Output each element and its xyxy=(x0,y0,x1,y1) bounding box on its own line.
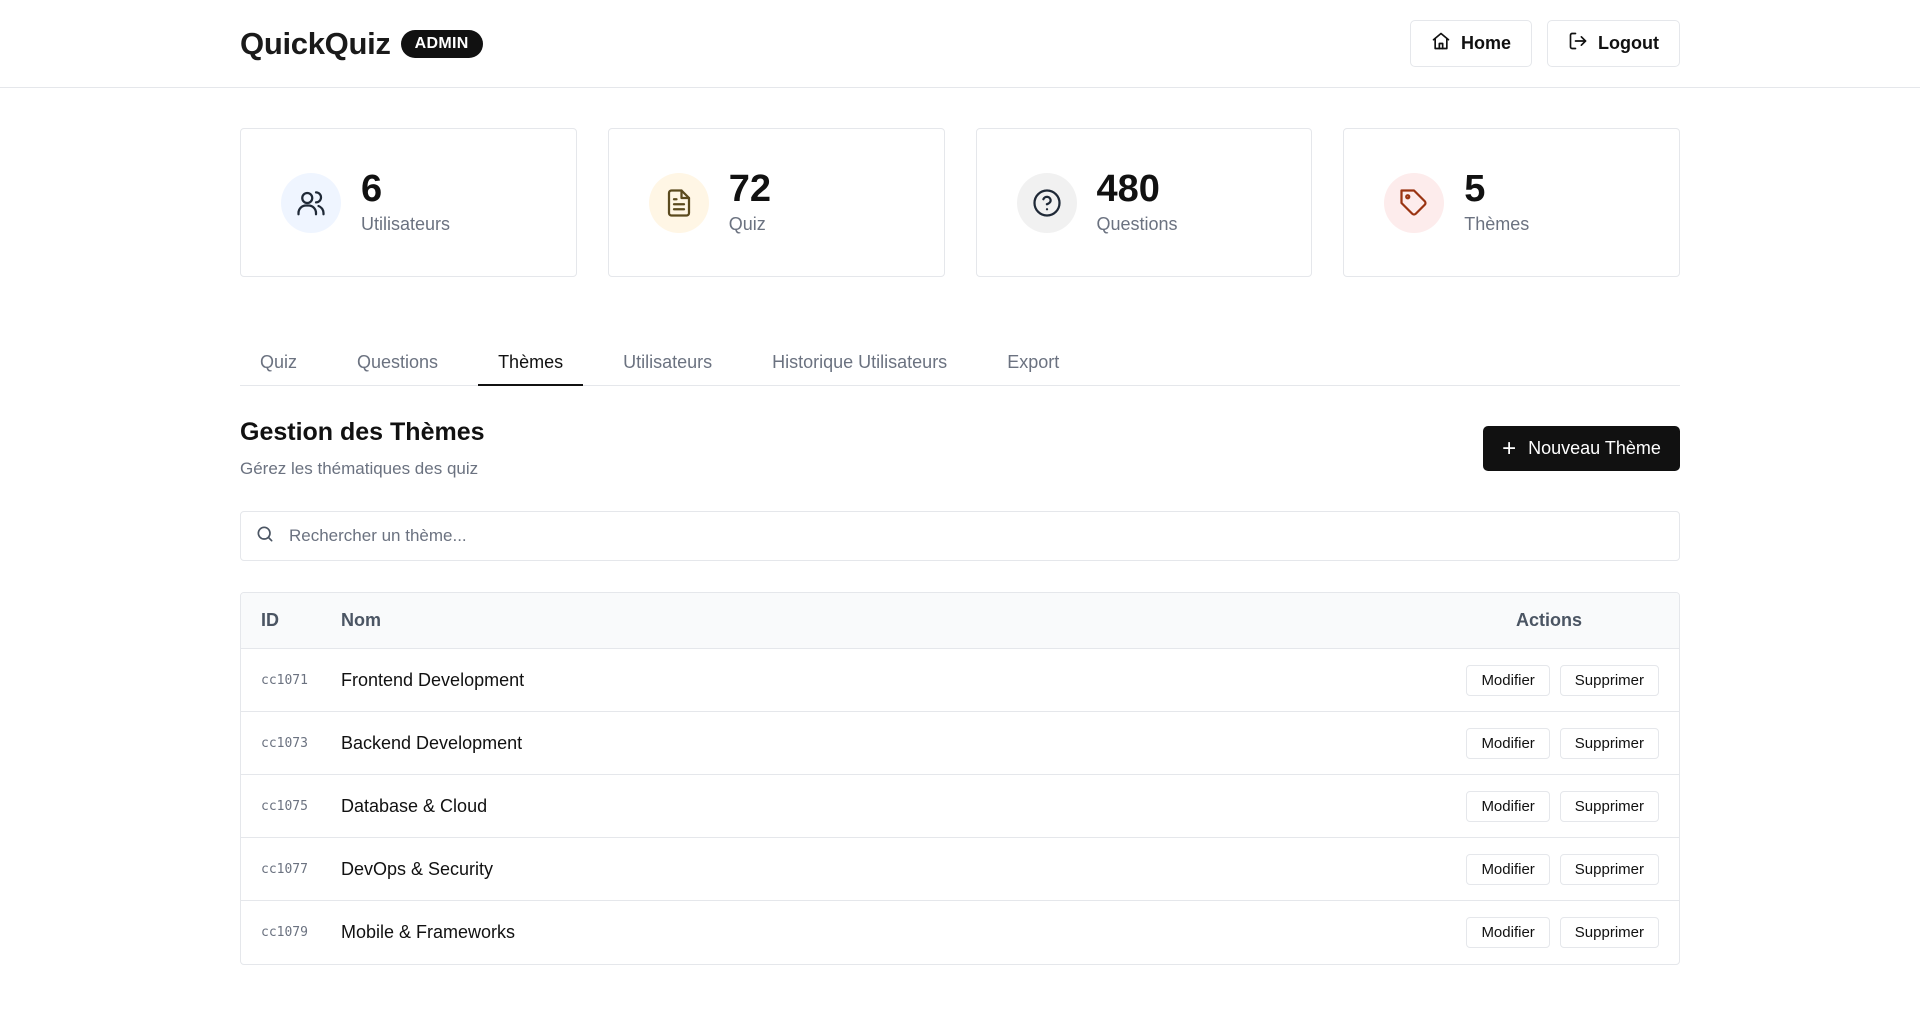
row-id: cc1075 xyxy=(261,798,308,814)
row-actions: Modifier Supprimer xyxy=(1439,853,1679,885)
row-actions: Modifier Supprimer xyxy=(1439,917,1679,948)
stat-card-questions: 480 Questions xyxy=(975,128,1313,277)
row-name: Database & Cloud xyxy=(341,795,488,816)
edit-button[interactable]: Modifier xyxy=(1466,790,1550,822)
new-theme-button[interactable]: + Nouveau Thème xyxy=(1483,426,1680,471)
header-actions: Home Logout xyxy=(1410,20,1680,67)
delete-button[interactable]: Supprimer xyxy=(1559,917,1659,948)
tab-bar: Quiz Questions Thèmes Utilisateurs Histo… xyxy=(240,342,1680,386)
brand-name[interactable]: QuickQuiz xyxy=(240,26,391,62)
row-name: DevOps & Security xyxy=(341,858,494,879)
row-id: cc1077 xyxy=(261,861,308,877)
stat-value: 5 xyxy=(1464,168,1486,211)
logout-icon xyxy=(1568,31,1588,56)
table-header: ID Nom Actions xyxy=(241,593,1679,649)
logout-button[interactable]: Logout xyxy=(1547,20,1680,67)
row-actions: Modifier Supprimer xyxy=(1439,727,1679,759)
stats-row: 6 Utilisateurs 72 Quiz 480 Questions 5 T… xyxy=(240,128,1680,277)
edit-button[interactable]: Modifier xyxy=(1466,664,1550,696)
stat-label: Utilisateurs xyxy=(361,213,451,234)
stat-label: Thèmes xyxy=(1464,213,1530,234)
table-row: cc1079 Mobile & Frameworks Modifier Supp… xyxy=(241,901,1679,964)
stat-card-quiz: 72 Quiz xyxy=(607,128,945,277)
users-icon xyxy=(281,172,341,233)
section-title: Gestion des Thèmes xyxy=(240,418,485,446)
new-theme-label: Nouveau Thème xyxy=(1528,438,1661,458)
question-circle-icon xyxy=(1016,172,1077,233)
search-input[interactable] xyxy=(289,526,1679,546)
tab-questions[interactable]: Questions xyxy=(337,342,458,386)
stat-card-themes: 5 Thèmes xyxy=(1343,128,1680,277)
search-icon xyxy=(255,524,275,549)
tag-icon xyxy=(1384,172,1445,233)
admin-badge: ADMIN xyxy=(400,30,483,58)
stat-label: Quiz xyxy=(728,213,766,234)
document-icon xyxy=(648,172,709,233)
table-row: cc1073 Backend Development Modifier Supp… xyxy=(241,712,1679,775)
row-name: Backend Development xyxy=(341,732,523,753)
delete-button[interactable]: Supprimer xyxy=(1559,853,1659,885)
tab-historique-utilisateurs[interactable]: Historique Utilisateurs xyxy=(752,342,967,386)
table-row: cc1077 DevOps & Security Modifier Suppri… xyxy=(241,838,1679,901)
themes-table: ID Nom Actions cc1071 Frontend Developme… xyxy=(240,592,1680,965)
delete-button[interactable]: Supprimer xyxy=(1559,790,1659,822)
row-id: cc1071 xyxy=(261,672,308,688)
stat-label: Questions xyxy=(1096,213,1178,234)
tab-utilisateurs[interactable]: Utilisateurs xyxy=(603,342,732,386)
edit-button[interactable]: Modifier xyxy=(1466,853,1550,885)
row-id: cc1073 xyxy=(261,735,308,751)
home-icon xyxy=(1431,31,1451,56)
search-bar xyxy=(240,511,1680,561)
home-label: Home xyxy=(1461,33,1512,53)
plus-icon: + xyxy=(1502,434,1517,462)
table-row: cc1071 Frontend Development Modifier Sup… xyxy=(241,649,1679,712)
delete-button[interactable]: Supprimer xyxy=(1559,727,1659,759)
logout-label: Logout xyxy=(1598,33,1659,53)
column-header-id: ID xyxy=(261,610,279,630)
section-subtitle: Gérez les thématiques des quiz xyxy=(240,459,479,478)
stat-value: 6 xyxy=(361,168,383,211)
row-actions: Modifier Supprimer xyxy=(1439,790,1679,822)
delete-button[interactable]: Supprimer xyxy=(1559,664,1659,696)
column-header-actions: Actions xyxy=(1515,610,1582,630)
tab-themes[interactable]: Thèmes xyxy=(478,342,584,386)
column-header-name: Nom xyxy=(341,610,381,630)
edit-button[interactable]: Modifier xyxy=(1466,727,1550,759)
row-name: Mobile & Frameworks xyxy=(341,922,516,942)
table-row: cc1075 Database & Cloud Modifier Supprim… xyxy=(241,775,1679,838)
home-button[interactable]: Home xyxy=(1410,20,1533,67)
brand: QuickQuiz ADMIN xyxy=(240,26,483,62)
tab-quiz[interactable]: Quiz xyxy=(240,342,317,386)
row-actions: Modifier Supprimer xyxy=(1439,664,1679,696)
stat-card-users: 6 Utilisateurs xyxy=(240,128,577,277)
stat-value: 72 xyxy=(728,168,772,211)
tab-export[interactable]: Export xyxy=(987,342,1079,386)
top-bar: QuickQuiz ADMIN Home Logout xyxy=(0,0,1920,88)
row-id: cc1079 xyxy=(261,925,308,940)
edit-button[interactable]: Modifier xyxy=(1466,917,1550,948)
stat-value: 480 xyxy=(1096,168,1160,211)
row-name: Frontend Development xyxy=(341,669,525,690)
